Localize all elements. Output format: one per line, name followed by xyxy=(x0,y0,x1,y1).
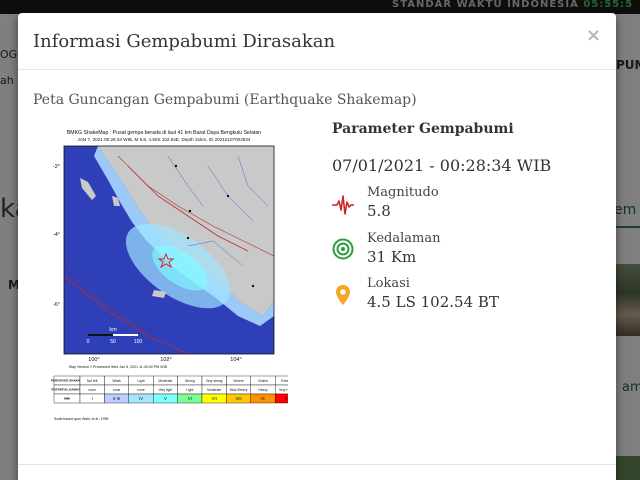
legend-mmi-cell: II-III xyxy=(113,396,120,401)
magnitude-label: Magnitudo xyxy=(367,185,439,200)
magnitude-value: 5.8 xyxy=(367,202,391,220)
mmi-legend: PERCEIVED SHAKING Not felt Weak Light Modera… xyxy=(51,375,288,404)
legend-damage-cell: Very light xyxy=(159,388,173,392)
legend-perceived-cell: Strong xyxy=(185,379,195,383)
legend-damage-cell: none xyxy=(137,388,145,392)
close-button[interactable]: × xyxy=(586,25,601,46)
legend-mmi-cell: VI xyxy=(188,396,192,401)
legend-damage-cell: Light xyxy=(186,388,193,392)
legend-damage-cell: none xyxy=(89,388,97,392)
legend-perceived-cell: Light xyxy=(137,379,144,383)
legend-damage-cell: Heavy xyxy=(258,388,268,392)
shakemap-header-line-2: JAN 7, 2021 00:28:34 WIB, M 5.8, 4.50S 1… xyxy=(78,137,251,142)
legend-perceived-cell: Extreme xyxy=(281,379,288,383)
legend-damage-cell: Mod./Heavy xyxy=(230,388,248,392)
legend-row-header: POTENTIAL DAMAGE xyxy=(51,388,82,392)
y-tick-label: -6° xyxy=(53,302,60,308)
shakemap-header-line-1: BMKG ShakeMap : Pusat gempa berada di la… xyxy=(67,130,261,136)
legend-mmi-cell: I xyxy=(92,396,93,401)
modal-title: Informasi Gempabumi Dirasakan xyxy=(33,31,336,52)
depth-label: Kedalaman xyxy=(367,231,441,246)
earthquake-datetime: 07/01/2021 - 00:28:34 WIB xyxy=(332,156,552,175)
legend-damage-cell: Very Heavy xyxy=(279,388,288,392)
legend-perceived-cell: Very strong xyxy=(206,379,223,383)
location-pin-icon xyxy=(336,285,350,305)
legend-note: Scale based upon Wald, et al.; 1999 xyxy=(54,417,108,421)
legend-perceived-cell: Moderate xyxy=(158,379,172,383)
x-tick-label: 104° xyxy=(230,357,241,363)
scale-bar-tick: 0 xyxy=(87,339,90,345)
location-label: Lokasi xyxy=(367,276,410,291)
legend-row-header: PERCEIVED SHAKING xyxy=(51,379,84,383)
legend-mmi-cell: V xyxy=(164,396,167,401)
y-tick-label: -4° xyxy=(53,232,60,238)
parameters-title: Parameter Gempabumi xyxy=(332,121,514,137)
legend-damage-cell: none xyxy=(113,388,121,392)
footer-divider xyxy=(18,464,616,465)
legend-mmi-cell: VII xyxy=(212,396,217,401)
legend-damage-cell: Moderate xyxy=(207,388,221,392)
legend-mmi-cell: IV xyxy=(139,396,143,401)
x-tick-label: 100° xyxy=(88,357,99,363)
map-version-note: Map Version 1 Processed Wed Jan 6, 2021 … xyxy=(69,365,168,369)
scale-bar-tick: 50 xyxy=(110,339,116,345)
earthquake-info-modal: Informasi Gempabumi Dirasakan × Peta Gun… xyxy=(18,13,616,480)
scale-bar-unit: km xyxy=(109,327,117,333)
legend-row-header: MMI xyxy=(64,397,70,401)
legend-mmi-cell: X+ xyxy=(285,396,288,401)
shakemap-map xyxy=(64,146,274,354)
x-tick-label: 102° xyxy=(160,357,171,363)
legend-perceived-cell: Severe xyxy=(233,379,244,383)
shakemap-image: BMKG ShakeMap : Pusat gempa berada di la… xyxy=(38,126,288,426)
legend-perceived-cell: Weak xyxy=(112,379,121,383)
location-value: 4.5 LS 102.54 BT xyxy=(367,293,499,311)
shakemap-subtitle: Peta Guncangan Gempabumi (Earthquake Sha… xyxy=(33,92,417,108)
header-divider xyxy=(18,69,616,70)
legend-mmi-cell: VIII xyxy=(235,396,241,401)
legend-perceived-cell: Violent xyxy=(258,379,268,383)
y-tick-label: -2° xyxy=(53,164,60,170)
scale-bar-tick: 100 xyxy=(134,339,143,345)
legend-mmi-cell: IX xyxy=(261,396,265,401)
depth-value: 31 Km xyxy=(367,248,417,266)
legend-perceived-cell: Not felt xyxy=(87,379,98,383)
depth-icon xyxy=(332,238,354,260)
seismograph-icon xyxy=(332,195,354,215)
